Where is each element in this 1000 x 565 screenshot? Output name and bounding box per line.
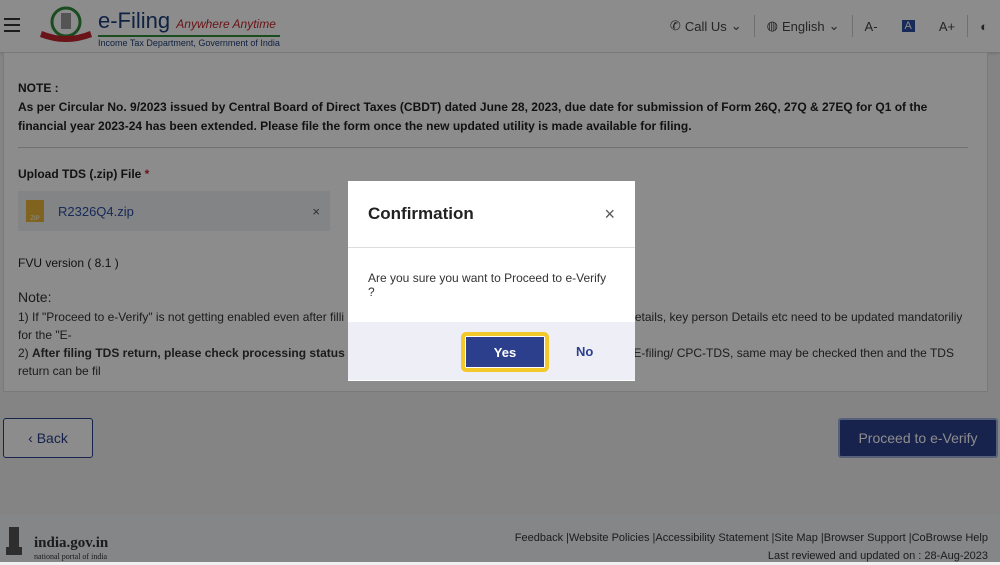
confirmation-dialog: Confirmation × Are you sure you want to P… [348, 181, 635, 381]
dialog-title: Confirmation [368, 204, 474, 223]
dialog-message: Are you sure you want to Proceed to e-Ve… [368, 271, 607, 299]
no-button[interactable]: No [576, 344, 593, 359]
yes-button[interactable]: Yes [461, 332, 549, 372]
close-icon[interactable]: × [604, 204, 615, 225]
